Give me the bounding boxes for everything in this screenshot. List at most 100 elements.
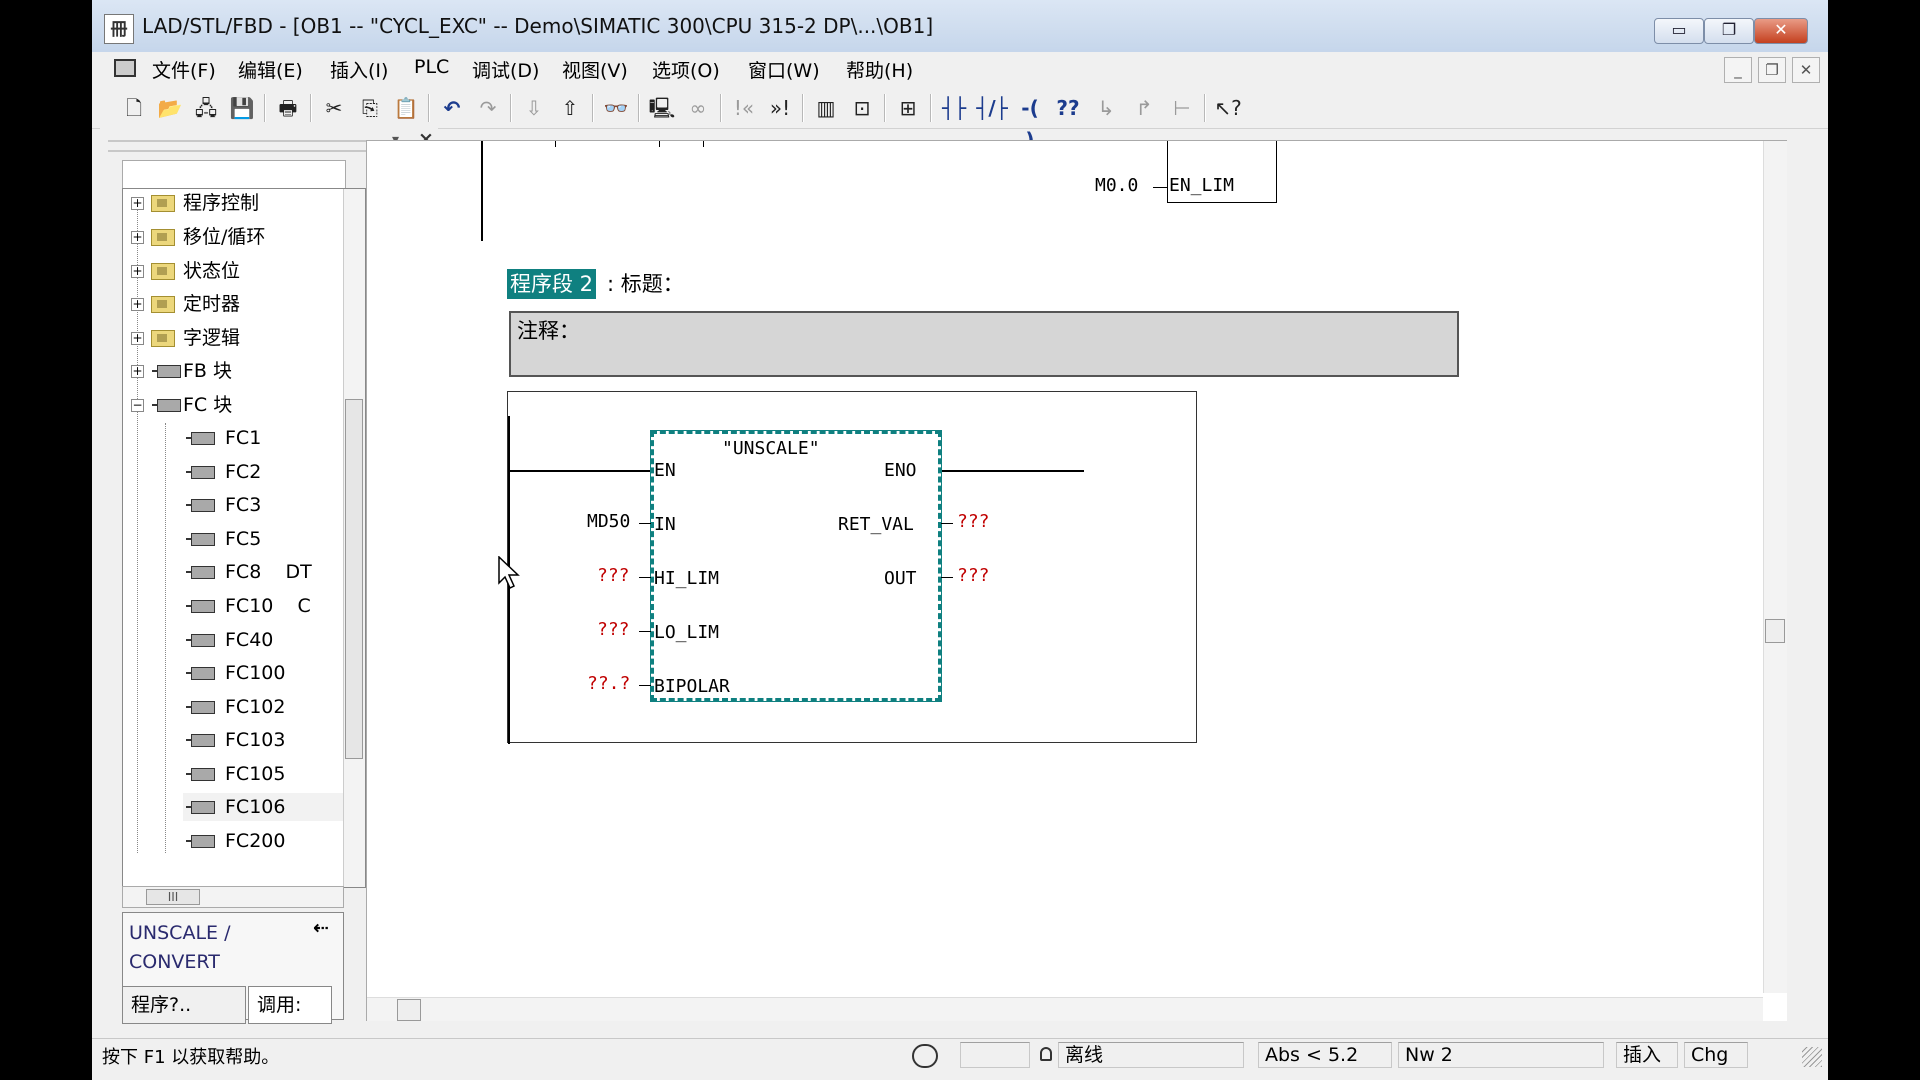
tree-scroll-thumb[interactable]: [345, 399, 363, 759]
resize-grip[interactable]: [1802, 1047, 1822, 1067]
operand-in[interactable]: MD50: [587, 511, 630, 532]
editor-vscroll-thumb[interactable]: [1765, 619, 1785, 643]
expand-icon[interactable]: +: [131, 231, 144, 244]
cut-button[interactable]: ✂: [318, 92, 350, 124]
previous-network-button[interactable]: !«: [728, 92, 760, 124]
tree-item-fc1[interactable]: FC1: [183, 424, 343, 452]
tree-item-fc102[interactable]: FC102: [183, 693, 343, 721]
tab-program-elements[interactable]: 程序?..: [122, 986, 246, 1024]
menu-window[interactable]: 窗口(W): [744, 56, 824, 83]
download-button[interactable]: ⇩: [518, 92, 550, 124]
menu-options[interactable]: 选项(O): [648, 56, 724, 83]
info-jump-button[interactable]: ⇠: [313, 917, 329, 939]
menu-edit[interactable]: 编辑(E): [234, 56, 307, 83]
contact-operand[interactable]: M0.0: [1095, 175, 1138, 196]
tree-item-fc-blocks[interactable]: − FC 块: [131, 391, 341, 419]
tree-item-fc103[interactable]: FC103: [183, 726, 343, 754]
document-system-menu-icon[interactable]: [114, 59, 136, 77]
menu-plc[interactable]: PLC: [410, 56, 453, 78]
undo-button[interactable]: ↶: [436, 92, 468, 124]
redo-button[interactable]: ↷: [472, 92, 504, 124]
tree-item-shift-rotate[interactable]: + 移位/循环: [131, 223, 341, 251]
next-network-button[interactable]: »!: [764, 92, 796, 124]
network-title[interactable]: : 标题：: [607, 269, 684, 299]
tree-item-program-control[interactable]: + 程序控制: [131, 189, 341, 217]
print-button[interactable]: 🖶: [272, 92, 304, 124]
operand-lo-lim[interactable]: ???: [597, 619, 630, 640]
collapse-icon[interactable]: −: [131, 399, 144, 412]
tree-item-fc3[interactable]: FC3: [183, 491, 343, 519]
maximize-button[interactable]: ❐: [1704, 18, 1754, 44]
empty-box-button[interactable]: ??: [1052, 92, 1084, 124]
operand-hi-lim[interactable]: ???: [597, 565, 630, 586]
tree-item-fc5[interactable]: FC5: [183, 525, 343, 553]
editor-hscroll-thumb[interactable]: [397, 999, 421, 1021]
monitor-button[interactable]: 👓: [600, 92, 632, 124]
menu-help[interactable]: 帮助(H): [842, 56, 917, 83]
tree-item-fc2[interactable]: FC2: [183, 458, 343, 486]
open-button[interactable]: 📂: [154, 92, 186, 124]
tree-hscroll-thumb[interactable]: III: [146, 889, 200, 905]
tab-call-structure[interactable]: 调用:: [248, 986, 332, 1024]
tree-item-label: 字逻辑: [183, 327, 241, 349]
no-contact-button[interactable]: ┤├: [938, 92, 970, 124]
close-button[interactable]: ✕: [1754, 18, 1808, 44]
mdi-restore-button[interactable]: ❐: [1758, 57, 1786, 83]
minimize-button[interactable]: ▭: [1654, 18, 1704, 44]
tree-item-fc40[interactable]: FC40: [183, 626, 343, 654]
expand-icon[interactable]: +: [131, 365, 144, 378]
tree-item-fc10[interactable]: FC10 C: [183, 592, 343, 620]
mdi-minimize-button[interactable]: _: [1724, 57, 1752, 83]
title-bar[interactable]: 冊 LAD/STL/FBD - [OB1 -- "CYCL_EXC" -- De…: [92, 0, 1828, 59]
nc-contact-button[interactable]: ┤/├: [976, 92, 1008, 124]
ladder-editor[interactable]: M0.0 EN_LIM 程序段 2 : 标题： 注释： "UNSCALE" EN…: [366, 140, 1787, 1021]
upload-button[interactable]: ⇧: [554, 92, 586, 124]
tree-item-fb-blocks[interactable]: + FB 块: [131, 357, 341, 385]
connection-button[interactable]: ⊢: [1166, 92, 1198, 124]
tree-item-fc106[interactable]: FC106: [183, 793, 343, 821]
call-structure-tab-label: 调用:: [257, 994, 302, 1016]
details-button[interactable]: ⊡: [846, 92, 878, 124]
expand-icon[interactable]: +: [131, 197, 144, 210]
network-comment-box[interactable]: 注释：: [509, 311, 1459, 377]
unscale-function-block[interactable]: "UNSCALE" EN IN HI_LIM LO_LIM BIPOLAR EN…: [650, 430, 942, 702]
tree-item-timers[interactable]: + 定时器: [131, 290, 341, 318]
tree-item-fc8[interactable]: FC8 DT: [183, 558, 343, 586]
menu-file[interactable]: 文件(F): [148, 56, 220, 83]
new-network-button[interactable]: ⊞: [892, 92, 924, 124]
tree-item-word-logic[interactable]: + 字逻辑: [131, 324, 341, 352]
tree-item-fc100[interactable]: FC100: [183, 659, 343, 687]
coil-button[interactable]: -( ): [1014, 92, 1046, 152]
tree-item-status-bits[interactable]: + 状态位: [131, 257, 341, 285]
tree-item-fc200[interactable]: FC200: [183, 827, 343, 855]
help-pointer-button[interactable]: ↖?: [1212, 92, 1244, 124]
editor-horizontal-scrollbar[interactable]: [367, 997, 1763, 1021]
mdi-close-button[interactable]: ✕: [1792, 57, 1820, 83]
expand-icon[interactable]: +: [131, 298, 144, 311]
network-label[interactable]: 程序段 2: [507, 269, 597, 299]
accessible-nodes-button[interactable]: 🖧: [190, 92, 222, 124]
network-button[interactable]: 🖳: [646, 92, 678, 124]
paste-button[interactable]: 📋: [390, 92, 422, 124]
operand-out[interactable]: ???: [957, 565, 990, 586]
glasses-button[interactable]: ∞: [682, 92, 714, 124]
pin-en: EN: [654, 460, 676, 481]
open-branch-button[interactable]: ↳: [1090, 92, 1122, 124]
overview-button[interactable]: ▥: [810, 92, 842, 124]
operand-ret-val[interactable]: ???: [957, 511, 990, 532]
new-button[interactable]: 🗋: [118, 92, 150, 124]
expand-icon[interactable]: +: [131, 332, 144, 345]
block-name: "UNSCALE": [722, 438, 820, 459]
operand-bipolar[interactable]: ??.?: [587, 673, 630, 694]
pane-grip[interactable]: [108, 140, 378, 152]
menu-insert[interactable]: 插入(I): [326, 56, 392, 83]
copy-button[interactable]: ⎘: [354, 92, 386, 124]
tree-item-fc105[interactable]: FC105: [183, 760, 343, 788]
status-help-text: 按下 F1 以获取帮助。: [102, 1047, 280, 1068]
menu-debug[interactable]: 调试(D): [468, 56, 543, 83]
editor-vertical-scrollbar[interactable]: [1763, 141, 1787, 993]
expand-icon[interactable]: +: [131, 265, 144, 278]
close-branch-button[interactable]: ↱: [1128, 92, 1160, 124]
save-button[interactable]: 💾: [226, 92, 258, 124]
menu-view[interactable]: 视图(V): [558, 56, 632, 83]
